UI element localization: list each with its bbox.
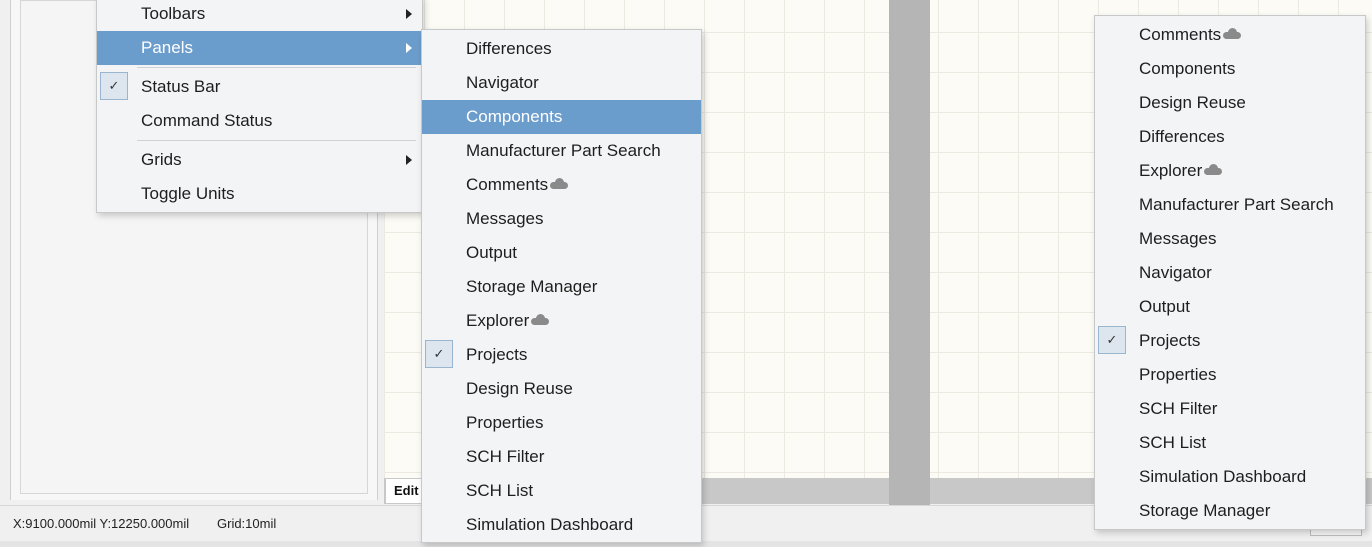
window-divider (889, 0, 930, 547)
menu-item-design-reuse[interactable]: Design Reuse (1095, 86, 1365, 120)
panels-menu-alphabetical: Comments Components Design Reuse Difference… (1094, 15, 1366, 530)
menu-item-output[interactable]: Output (422, 236, 701, 270)
menu-item-label: Messages (466, 209, 544, 228)
menu-item-command-status[interactable]: Command Status (97, 104, 422, 138)
menu-item-label: SCH Filter (1139, 399, 1218, 418)
cloud-icon (1223, 28, 1242, 39)
panels-submenu: Differences Navigator Components Manufactur… (421, 29, 702, 543)
menu-item-label: Navigator (466, 73, 539, 92)
editor-document-tab[interactable]: Edit (386, 479, 426, 503)
menu-item-label: SCH List (466, 481, 534, 500)
menu-item-sch-list[interactable]: SCH List (1095, 426, 1365, 460)
menu-item-messages[interactable]: Messages (1095, 222, 1365, 256)
menu-item-label: Components (1139, 59, 1236, 78)
menu-item-label: Properties (466, 413, 544, 432)
menu-item-label: SCH Filter (466, 447, 545, 466)
grid-size: Grid:10mil (217, 516, 277, 531)
menu-item-projects[interactable]: ✓ Projects (1095, 324, 1365, 358)
menu-item-label: Grids (141, 150, 182, 169)
menu-item-differences[interactable]: Differences (1095, 120, 1365, 154)
menu-item-manufacturer-part-search[interactable]: Manufacturer Part Search (1095, 188, 1365, 222)
menu-item-label: Storage Manager (1139, 501, 1271, 520)
menu-item-sch-filter[interactable]: SCH Filter (422, 440, 701, 474)
menu-item-differences[interactable]: Differences (422, 32, 701, 66)
view-menu: Toolbars Panels ✓ Status Bar Command Sta… (96, 0, 423, 213)
menu-item-panels[interactable]: Panels (97, 31, 422, 65)
menu-item-label: Panels (141, 38, 193, 57)
menu-item-label: Components (466, 107, 563, 126)
menu-item-label: SCH List (1139, 433, 1207, 452)
menu-item-sch-list[interactable]: SCH List (422, 474, 701, 508)
menu-item-components[interactable]: Components (1095, 52, 1365, 86)
cloud-icon (550, 178, 569, 189)
menu-item-projects[interactable]: ✓ Projects (422, 338, 701, 372)
menu-separator (137, 140, 416, 141)
menu-item-label: Explorer (1139, 161, 1203, 180)
menu-item-label: Status Bar (141, 77, 221, 96)
menu-item-explorer[interactable]: Explorer (1095, 154, 1365, 188)
menu-item-label: Design Reuse (466, 379, 573, 398)
menu-item-toggle-units[interactable]: Toggle Units (97, 177, 422, 211)
menu-item-label: Toggle Units (141, 184, 235, 203)
menu-item-label: Differences (466, 39, 552, 58)
menu-item-comments[interactable]: Comments (1095, 18, 1365, 52)
menu-item-status-bar[interactable]: ✓ Status Bar (97, 70, 422, 104)
menu-item-navigator[interactable]: Navigator (1095, 256, 1365, 290)
menu-item-components[interactable]: Components (422, 100, 701, 134)
menu-item-label: Manufacturer Part Search (1139, 195, 1334, 214)
menu-item-simulation-dashboard[interactable]: Simulation Dashboard (1095, 460, 1365, 494)
menu-item-storage-manager[interactable]: Storage Manager (1095, 494, 1365, 528)
menu-item-label: Manufacturer Part Search (466, 141, 661, 160)
menu-item-toolbars[interactable]: Toolbars (97, 0, 422, 31)
menu-item-properties[interactable]: Properties (422, 406, 701, 440)
chevron-right-icon (404, 31, 414, 65)
menu-item-sch-filter[interactable]: SCH Filter (1095, 392, 1365, 426)
menu-item-label: Explorer (466, 311, 530, 330)
menu-item-output[interactable]: Output (1095, 290, 1365, 324)
cloud-icon (531, 314, 550, 325)
chevron-right-icon (404, 0, 414, 31)
menu-item-label: Command Status (141, 111, 273, 130)
menu-item-label: Output (1139, 297, 1191, 316)
menu-item-label: Storage Manager (466, 277, 598, 296)
menu-item-label: Output (466, 243, 518, 262)
menu-item-explorer[interactable]: Explorer (422, 304, 701, 338)
menu-item-messages[interactable]: Messages (422, 202, 701, 236)
check-icon: ✓ (425, 340, 453, 368)
chevron-right-icon (404, 143, 414, 177)
menu-item-label: Differences (1139, 127, 1225, 146)
menu-item-label: Messages (1139, 229, 1217, 248)
cloud-icon (1204, 164, 1223, 175)
check-icon: ✓ (1098, 326, 1126, 354)
menu-item-navigator[interactable]: Navigator (422, 66, 701, 100)
menu-item-simulation-dashboard[interactable]: Simulation Dashboard (422, 508, 701, 542)
menu-item-label: Simulation Dashboard (466, 515, 634, 534)
menu-item-label: Simulation Dashboard (1139, 467, 1307, 486)
menu-item-label: Design Reuse (1139, 93, 1246, 112)
menu-item-storage-manager[interactable]: Storage Manager (422, 270, 701, 304)
menu-separator (137, 67, 416, 68)
menu-item-comments[interactable]: Comments (422, 168, 701, 202)
menu-item-design-reuse[interactable]: Design Reuse (422, 372, 701, 406)
menu-item-grids[interactable]: Grids (97, 143, 422, 177)
menu-item-properties[interactable]: Properties (1095, 358, 1365, 392)
check-icon: ✓ (100, 72, 128, 100)
menu-item-label: Projects (466, 345, 528, 364)
menu-item-label: Toolbars (141, 4, 206, 23)
menu-item-label: Projects (1139, 331, 1201, 350)
menu-item-label: Comments (466, 175, 549, 194)
menu-item-label: Properties (1139, 365, 1217, 384)
cursor-coordinates: X:9100.000mil Y:12250.000mil (13, 516, 190, 531)
menu-item-label: Navigator (1139, 263, 1212, 282)
menu-item-manufacturer-part-search[interactable]: Manufacturer Part Search (422, 134, 701, 168)
menu-item-label: Comments (1139, 25, 1222, 44)
